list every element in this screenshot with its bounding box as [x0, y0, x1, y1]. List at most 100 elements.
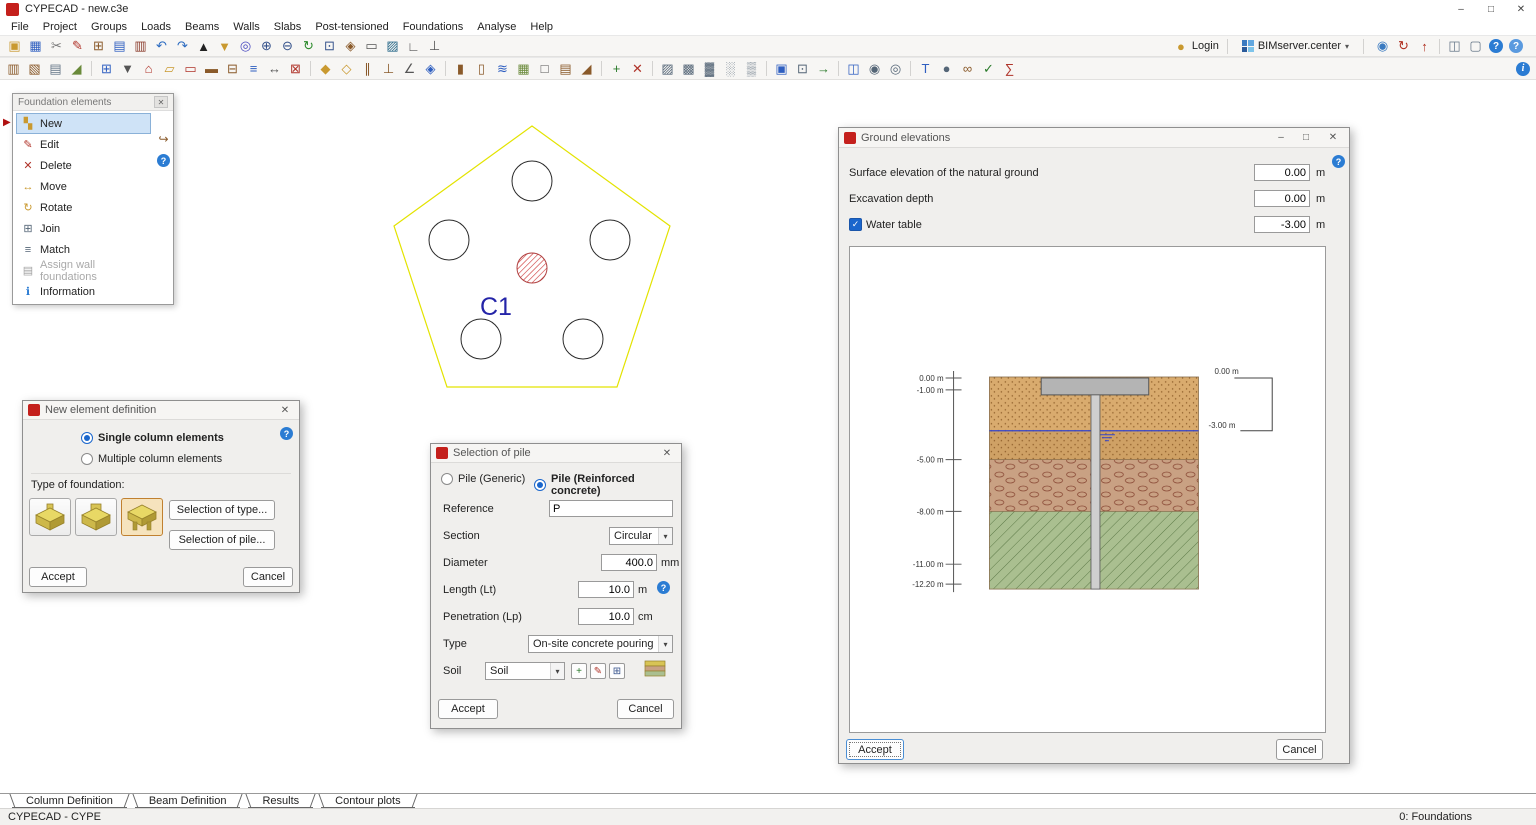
selection-of-pile-button[interactable]: Selection of pile...: [169, 530, 275, 550]
menu-walls[interactable]: Walls: [226, 20, 266, 34]
menu-post-tensioned[interactable]: Post-tensioned: [308, 20, 395, 34]
wall-opening-icon[interactable]: ▯: [472, 59, 491, 78]
water-table-input[interactable]: [1254, 216, 1310, 233]
user-connections-icon[interactable]: ◫: [1445, 37, 1464, 56]
up-group-icon[interactable]: ▲: [194, 37, 213, 56]
minimize-button[interactable]: –: [1446, 0, 1476, 18]
length-input[interactable]: [578, 581, 634, 598]
menu-analyse[interactable]: Analyse: [470, 20, 523, 34]
bim-export-icon[interactable]: ↑: [1415, 37, 1434, 56]
drawing-sheets-icon[interactable]: ▣: [772, 59, 791, 78]
bim-web-icon[interactable]: ◉: [1373, 37, 1392, 56]
help-icon[interactable]: ?: [157, 154, 170, 167]
search-plan-icon[interactable]: ⊞: [89, 37, 108, 56]
menu-foundations[interactable]: Foundations: [396, 20, 471, 34]
panel-item-move[interactable]: ↔ Move: [16, 176, 151, 197]
zoom-window-icon[interactable]: ⊡: [320, 37, 339, 56]
panel-item-match[interactable]: ≡ Match: [16, 239, 151, 260]
maximize-icon[interactable]: □: [1295, 132, 1317, 143]
delete-element-icon[interactable]: ✕: [628, 59, 647, 78]
snapshot-icon[interactable]: ◉: [865, 59, 884, 78]
shade-view-icon[interactable]: ▒: [742, 59, 761, 78]
export-dxf-icon[interactable]: →: [814, 59, 833, 78]
beam-extend-icon[interactable]: ↔: [265, 59, 284, 78]
help-icon[interactable]: ?: [657, 581, 670, 594]
analysis-icon[interactable]: ∑: [1000, 59, 1019, 78]
info-icon[interactable]: i: [1516, 62, 1530, 76]
footing-type-pad-button[interactable]: [29, 498, 71, 536]
help-icon[interactable]: ?: [1332, 155, 1345, 168]
solid-view-icon[interactable]: ▓: [700, 59, 719, 78]
panel-item-edit[interactable]: ✎ Edit: [16, 134, 151, 155]
tab-column-definition[interactable]: Column Definition: [12, 794, 127, 808]
undo-icon[interactable]: ↶: [152, 37, 171, 56]
tie-beam-icon[interactable]: ⊥: [379, 59, 398, 78]
panel-item-rotate[interactable]: ↻ Rotate: [16, 197, 151, 218]
redraw-icon[interactable]: ↻: [299, 37, 318, 56]
level-icon[interactable]: ≋: [493, 59, 512, 78]
pile-cap-icon[interactable]: ◇: [337, 59, 356, 78]
ramp-icon[interactable]: ◢: [577, 59, 596, 78]
wireframe-view-icon[interactable]: ░: [721, 59, 740, 78]
footing-node-icon[interactable]: ◈: [421, 59, 440, 78]
minimize-icon[interactable]: –: [1272, 132, 1290, 143]
accept-button[interactable]: Accept: [29, 567, 87, 587]
multiple-column-option[interactable]: Multiple column elements: [81, 453, 222, 465]
reports-icon[interactable]: ▥: [131, 37, 150, 56]
exit-icon[interactable]: ↪: [158, 132, 168, 146]
redo-icon[interactable]: ↷: [173, 37, 192, 56]
tab-contour-plots[interactable]: Contour plots: [321, 794, 414, 808]
close-icon[interactable]: ✕: [658, 448, 676, 459]
pad-footing-icon[interactable]: ◆: [316, 59, 335, 78]
slab-opening-icon[interactable]: □: [535, 59, 554, 78]
3d-model-icon[interactable]: ▧: [25, 59, 44, 78]
dialog-title-bar[interactable]: New element definition ✕: [23, 401, 299, 420]
soil-layers-icon[interactable]: [643, 658, 667, 678]
close-icon[interactable]: ✕: [276, 405, 294, 416]
element-tag-icon[interactable]: ▱: [160, 59, 179, 78]
excavation-depth-input[interactable]: [1254, 190, 1310, 207]
grid-reference-icon[interactable]: ⊞: [97, 59, 116, 78]
cut-icon[interactable]: ✂: [47, 37, 66, 56]
pile-generic-option[interactable]: Pile (Generic): [441, 473, 525, 485]
zoom-out-icon[interactable]: ⊖: [278, 37, 297, 56]
footing-angle-icon[interactable]: ∠: [400, 59, 419, 78]
footing-type-pile-cap-button[interactable]: [121, 498, 163, 536]
soil-select[interactable]: Soil ▾: [485, 662, 565, 680]
water-table-checkbox[interactable]: ✓: [849, 218, 862, 231]
selection-of-type-button[interactable]: Selection of type...: [169, 500, 275, 520]
building-icon[interactable]: ⌂: [139, 59, 158, 78]
menu-file[interactable]: File: [4, 20, 36, 34]
menu-beams[interactable]: Beams: [178, 20, 226, 34]
menu-loads[interactable]: Loads: [134, 20, 178, 34]
hatch-view-icon[interactable]: ▨: [658, 59, 677, 78]
login-button[interactable]: ● Login: [1173, 37, 1219, 56]
pile-reinforced-concrete-option[interactable]: Pile (Reinforced concrete): [534, 473, 681, 497]
zoom-previous-icon[interactable]: ◎: [236, 37, 255, 56]
help-icon[interactable]: ?: [280, 427, 293, 440]
floor-plan-icon[interactable]: ▥: [4, 59, 23, 78]
reference-input[interactable]: [549, 500, 673, 517]
type-select[interactable]: On-site concrete pouring ▾: [528, 635, 673, 653]
general-data-icon[interactable]: ▤: [110, 37, 129, 56]
save-icon[interactable]: ▦: [26, 37, 45, 56]
beam-intersect-icon[interactable]: ⊟: [223, 59, 242, 78]
text-annotation-icon[interactable]: T: [916, 59, 935, 78]
ground-slope-icon[interactable]: ◢: [67, 59, 86, 78]
cross-section-icon[interactable]: ▤: [46, 59, 65, 78]
ortho-mode-icon[interactable]: ∟: [404, 37, 423, 56]
cancel-button[interactable]: Cancel: [1276, 739, 1323, 760]
penetration-input[interactable]: [578, 608, 634, 625]
panel-close-icon[interactable]: ✕: [154, 96, 168, 108]
surface-elevation-input[interactable]: [1254, 164, 1310, 181]
open-project-icon[interactable]: ▣: [5, 37, 24, 56]
measure-icon[interactable]: ⊥: [425, 37, 444, 56]
slab-icon[interactable]: ▦: [514, 59, 533, 78]
ifc-model-icon[interactable]: ◫: [844, 59, 863, 78]
menu-help[interactable]: Help: [523, 20, 560, 34]
accept-button[interactable]: Accept: [846, 739, 904, 760]
cancel-button[interactable]: Cancel: [617, 699, 674, 719]
beam-delete-icon[interactable]: ⊠: [286, 59, 305, 78]
diameter-input[interactable]: [601, 554, 657, 571]
panel-item-new[interactable]: ▚ New: [16, 113, 151, 134]
